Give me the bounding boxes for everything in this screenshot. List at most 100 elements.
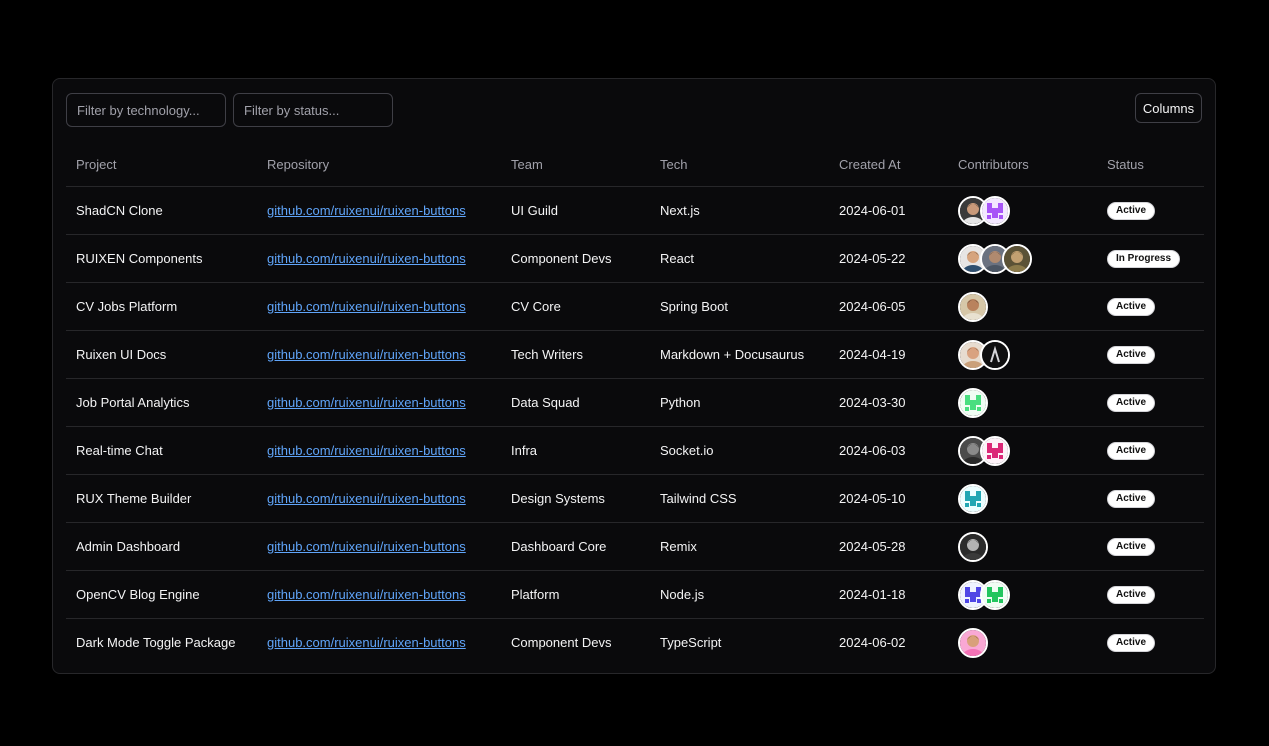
columns-button[interactable]: Columns (1135, 93, 1202, 123)
table-row[interactable]: ShadCN Clone github.com/ruixenui/ruixen-b… (66, 186, 1204, 235)
contributor-avatar[interactable] (980, 435, 1010, 466)
contributor-avatar-group (958, 387, 1097, 418)
contributor-avatar[interactable] (980, 339, 1010, 370)
status-filter-input[interactable] (233, 93, 393, 127)
repository-link[interactable]: github.com/ruixenui/ruixen-buttons (267, 251, 466, 266)
contributor-avatar-group (958, 339, 1097, 370)
contributor-avatar[interactable] (958, 387, 988, 418)
status-cell: Active (1097, 619, 1204, 667)
project-name-cell: RUX Theme Builder (66, 474, 257, 523)
created-at-cell: 2024-06-02 (839, 635, 906, 650)
contributor-avatar[interactable] (980, 579, 1010, 610)
header-contributors[interactable]: Contributors (948, 142, 1097, 187)
status-cell: In Progress (1097, 234, 1204, 283)
table-header-row: Project Repository Team Tech Created At … (66, 142, 1204, 187)
contributor-avatar[interactable] (958, 531, 988, 562)
status-cell: Active (1097, 570, 1204, 619)
repository-cell: github.com/ruixenui/ruixen-buttons (257, 570, 501, 619)
project-name-cell: Dark Mode Toggle Package (76, 635, 236, 650)
team-cell: Data Squad (501, 378, 650, 427)
team-cell: Tech Writers (501, 330, 650, 379)
status-cell: Active (1097, 282, 1204, 331)
table-row[interactable]: RUX Theme Builder github.com/ruixenui/rui… (66, 474, 1204, 523)
repository-link[interactable]: github.com/ruixenui/ruixen-buttons (267, 635, 466, 650)
status-badge: Active (1107, 490, 1156, 508)
table-row[interactable]: Admin Dashboard github.com/ruixenui/ruixe… (66, 522, 1204, 571)
contributor-avatar-group (958, 627, 1097, 658)
contributors-cell (948, 570, 1097, 619)
contributor-avatar-group (958, 195, 1097, 226)
status-badge: Active (1107, 298, 1156, 316)
team-cell: CV Core (501, 282, 650, 331)
status-cell: Active (1097, 186, 1204, 235)
status-badge: Active (1107, 634, 1156, 652)
projects-table: Project Repository Team Tech Created At … (66, 142, 1204, 666)
tech-cell: Markdown + Docusaurus (650, 330, 829, 379)
repository-link[interactable]: github.com/ruixenui/ruixen-buttons (267, 203, 466, 218)
table-row[interactable]: Job Portal Analytics github.com/ruixenui/… (66, 378, 1204, 427)
contributor-avatar-group (958, 291, 1097, 322)
contributor-avatar[interactable] (958, 291, 988, 322)
project-name-cell: ShadCN Clone (66, 186, 257, 235)
status-badge: Active (1107, 538, 1156, 556)
team-cell: Component Devs (501, 234, 650, 283)
created-at-cell: 2024-05-22 (829, 234, 948, 283)
tech-cell: Spring Boot (650, 282, 829, 331)
table-row[interactable]: Real-time Chat github.com/ruixenui/ruixen… (66, 426, 1204, 475)
tech-cell: Socket.io (650, 426, 829, 475)
created-at-cell: 2024-06-03 (829, 426, 948, 475)
created-at-cell: 2024-04-19 (829, 330, 948, 379)
header-status[interactable]: Status (1097, 142, 1204, 187)
header-team[interactable]: Team (501, 142, 650, 187)
status-badge: Active (1107, 442, 1156, 460)
table-row[interactable]: Dark Mode Toggle Package github.com/ruixe… (66, 619, 1204, 667)
table-row[interactable]: RUIXEN Components github.com/ruixenui/rui… (66, 234, 1204, 283)
repository-cell: github.com/ruixenui/ruixen-buttons (257, 378, 501, 427)
repository-link[interactable]: github.com/ruixenui/ruixen-buttons (267, 443, 466, 458)
header-created-at[interactable]: Created At (829, 142, 948, 187)
tech-cell: Next.js (650, 186, 829, 235)
table-row[interactable]: OpenCV Blog Engine github.com/ruixenui/ru… (66, 570, 1204, 619)
team-cell: Infra (501, 426, 650, 475)
tech-cell: Remix (650, 522, 829, 571)
contributor-avatar[interactable] (980, 195, 1010, 226)
team-cell: UI Guild (501, 186, 650, 235)
table-row[interactable]: Ruixen UI Docs github.com/ruixenui/ruixen… (66, 330, 1204, 379)
repository-cell: github.com/ruixenui/ruixen-buttons (257, 426, 501, 475)
contributor-avatar[interactable] (1002, 243, 1032, 274)
repository-cell: github.com/ruixenui/ruixen-buttons (257, 522, 501, 571)
contributor-avatar[interactable] (958, 483, 988, 514)
project-name-cell: Admin Dashboard (66, 522, 257, 571)
created-at-cell: 2024-06-05 (829, 282, 948, 331)
repository-link[interactable]: github.com/ruixenui/ruixen-buttons (267, 299, 466, 314)
repository-link[interactable]: github.com/ruixenui/ruixen-buttons (267, 587, 466, 602)
status-cell: Active (1097, 426, 1204, 475)
header-project[interactable]: Project (66, 142, 257, 187)
status-badge: In Progress (1107, 250, 1181, 268)
repository-cell: github.com/ruixenui/ruixen-buttons (257, 186, 501, 235)
projects-table-card: Columns Project Repository Team Tech Cre… (52, 78, 1216, 674)
repository-link[interactable]: github.com/ruixenui/ruixen-buttons (267, 539, 466, 554)
repository-link[interactable]: github.com/ruixenui/ruixen-buttons (267, 491, 466, 506)
status-badge: Active (1107, 586, 1156, 604)
header-tech[interactable]: Tech (650, 142, 829, 187)
repository-cell: github.com/ruixenui/ruixen-buttons (257, 619, 501, 667)
status-cell: Active (1097, 378, 1204, 427)
table-body: ShadCN Clone github.com/ruixenui/ruixen-b… (66, 186, 1204, 667)
project-name-cell: Real-time Chat (66, 426, 257, 475)
contributor-avatar-group (958, 531, 1097, 562)
header-repository[interactable]: Repository (257, 142, 501, 187)
contributors-cell (948, 378, 1097, 427)
technology-filter-input[interactable] (66, 93, 226, 127)
contributor-avatar-group (958, 435, 1097, 466)
status-badge: Active (1107, 394, 1156, 412)
contributors-cell (948, 522, 1097, 571)
table-row[interactable]: CV Jobs Platform github.com/ruixenui/ruix… (66, 282, 1204, 331)
contributor-avatar[interactable] (958, 627, 988, 658)
repository-link[interactable]: github.com/ruixenui/ruixen-buttons (267, 347, 466, 362)
tech-cell: Node.js (650, 570, 829, 619)
repository-link[interactable]: github.com/ruixenui/ruixen-buttons (267, 395, 466, 410)
table-toolbar: Columns (66, 93, 1202, 127)
contributor-avatar-group (958, 483, 1097, 514)
project-name-cell: CV Jobs Platform (66, 282, 257, 331)
